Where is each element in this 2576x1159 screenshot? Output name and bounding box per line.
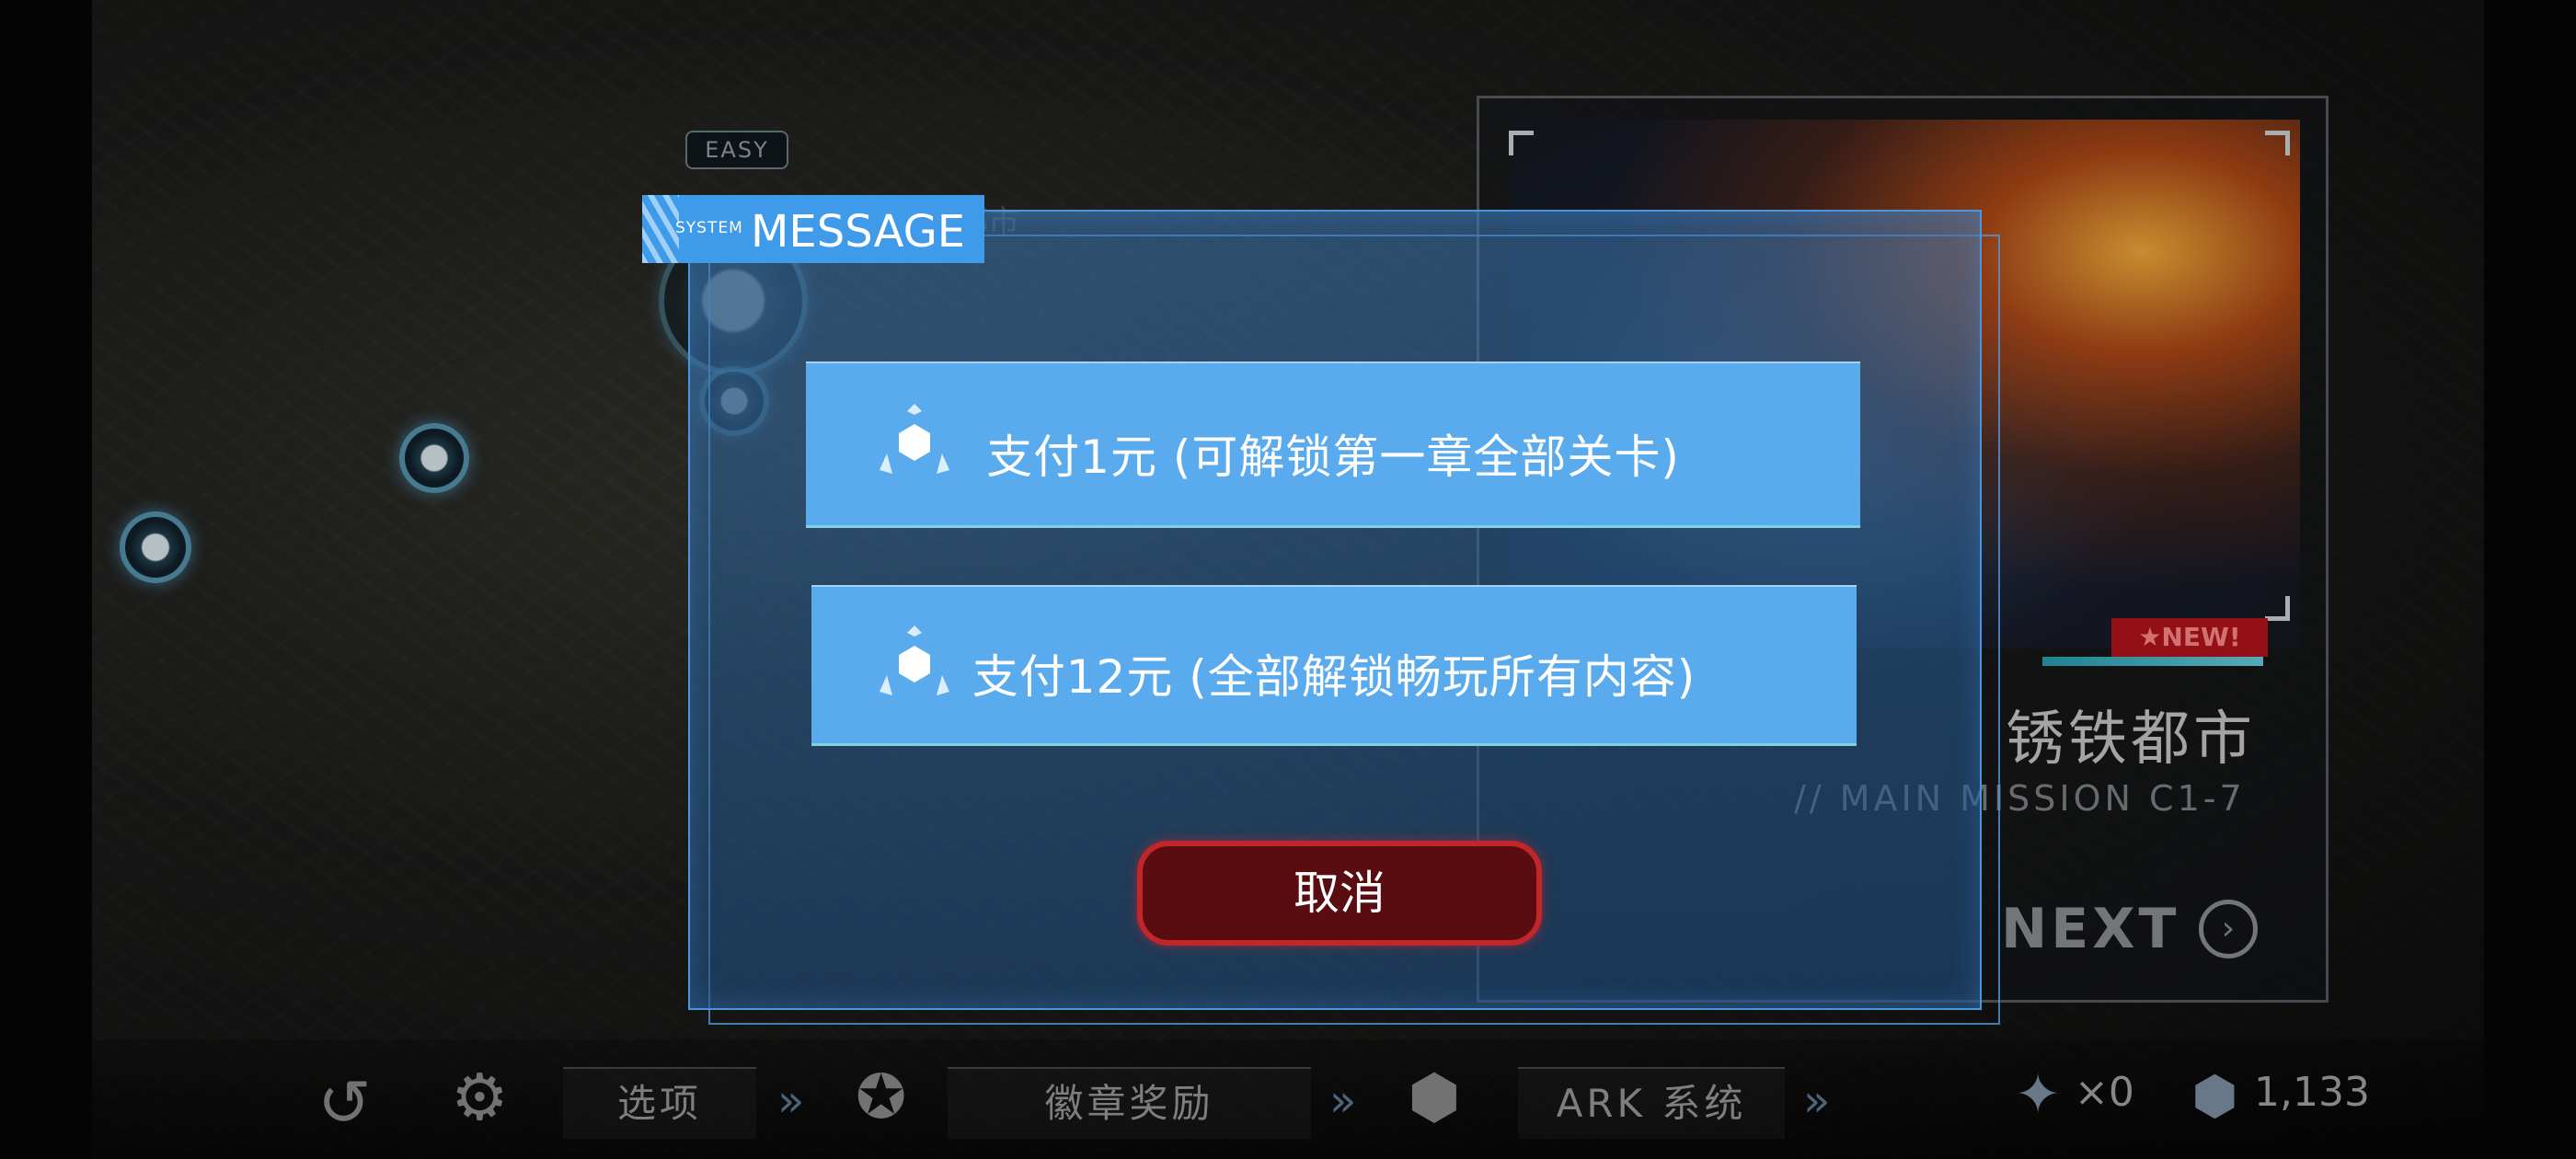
cancel-button[interactable]: 取消	[1137, 841, 1542, 946]
dialog-header: SYSTEM MESSAGE	[642, 195, 984, 263]
pay-1-yuan-button[interactable]: 支付1元 (可解锁第一章全部关卡)	[806, 361, 1860, 528]
cancel-label: 取消	[1294, 866, 1386, 920]
pay-12-yuan-button[interactable]: 支付12元 (全部解锁畅玩所有内容)	[811, 585, 1857, 746]
header-prefix: SYSTEM	[675, 219, 743, 237]
dialog-title: MESSAGE	[751, 206, 966, 258]
option-label: 支付1元 (可解锁第一章全部关卡)	[986, 430, 1680, 484]
header-stripes	[642, 195, 679, 263]
option-label: 支付12元 (全部解锁畅玩所有内容)	[972, 650, 1696, 704]
